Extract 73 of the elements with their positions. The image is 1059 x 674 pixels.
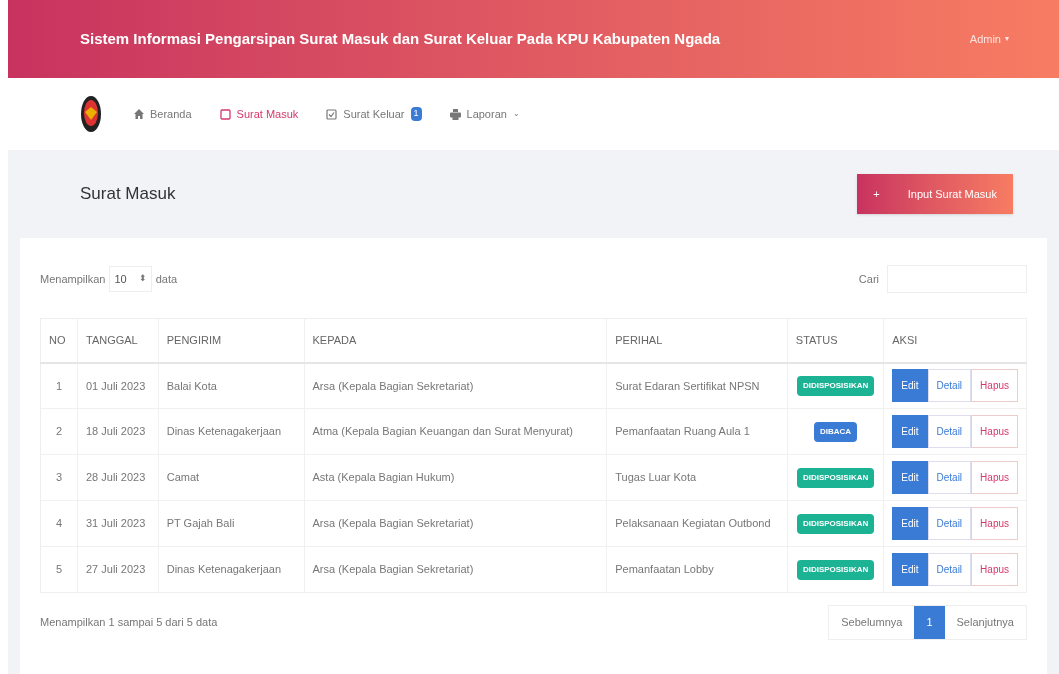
status-badge: DIBACA xyxy=(814,421,858,442)
table-cell: 28 Juli 2023 xyxy=(86,471,146,484)
delete-button[interactable]: Hapus xyxy=(971,507,1018,540)
edit-button[interactable]: Edit xyxy=(892,553,928,586)
table-cell: Pemanfaatan Ruang Aula 1 xyxy=(615,425,750,438)
status-badge: DIDISPOSISIKAN xyxy=(796,559,875,580)
status-badge: DIDISPOSISIKAN xyxy=(796,467,875,488)
table-cell: Balai Kota xyxy=(166,379,217,392)
printer-icon xyxy=(449,108,461,120)
table-cell: Pelaksanaan Kegiatan Outbond xyxy=(615,517,771,530)
detail-button[interactable]: Detail xyxy=(927,553,972,586)
table-info: Menampilkan 1 sampai 5 dari 5 data xyxy=(40,615,218,630)
column-header[interactable]: KEPADA xyxy=(312,334,357,346)
table-cell: 3 xyxy=(55,471,63,484)
app-title: Sistem Informasi Pengarsipan Surat Masuk dan Surat Keluar Pada KPU Kabupaten Ngada xyxy=(80,28,721,49)
table-cell: Arsa (Kepala Bagian Sekretariat) xyxy=(312,517,474,530)
show-label: Menampilkan xyxy=(40,271,106,287)
nav-tab[interactable]: Surat Keluar 1 xyxy=(326,105,422,123)
table-cell: Dinas Ketenagakerjaan xyxy=(166,425,282,438)
delete-button[interactable]: Hapus xyxy=(971,415,1018,448)
tablet-icon xyxy=(219,108,231,120)
table-cell: Asta (Kepala Bagian Hukum) xyxy=(312,471,455,484)
table-cell: 31 Juli 2023 xyxy=(86,517,146,530)
table-cell: Arsa (Kepala Bagian Sekretariat) xyxy=(312,379,474,392)
nav-tab[interactable]: Laporan ⌄ xyxy=(449,105,520,123)
table-cell: 5 xyxy=(55,563,63,576)
home-icon xyxy=(134,109,144,119)
detail-button[interactable]: Detail xyxy=(927,461,972,494)
table-cell: Camat xyxy=(166,471,200,484)
delete-button[interactable]: Hapus xyxy=(971,553,1018,586)
status-badge: DIDISPOSISIKAN xyxy=(796,375,875,396)
column-header[interactable]: PENGIRIM xyxy=(166,334,222,346)
edit-button[interactable]: Edit xyxy=(892,369,928,403)
table-cell: Dinas Ketenagakerjaan xyxy=(166,563,282,576)
pagination-button[interactable]: Selanjutnya xyxy=(944,606,1026,639)
detail-button[interactable]: Detail xyxy=(927,507,972,540)
nav-tab[interactable]: Surat Masuk xyxy=(219,105,299,123)
table-cell: 2 xyxy=(55,425,63,438)
edit-button[interactable]: Edit xyxy=(892,507,928,540)
table-cell: Atma (Kepala Bagian Keuangan dan Surat Menyurat) xyxy=(312,425,573,438)
delete-button[interactable]: Hapus xyxy=(971,369,1018,403)
column-header[interactable]: STATUS xyxy=(795,334,838,346)
table-cell: 18 Juli 2023 xyxy=(86,425,146,438)
input-surat-button[interactable]: + Input Surat Masuk xyxy=(857,174,1013,214)
page-size-select[interactable]: 10 ⬍ xyxy=(109,265,152,293)
nav-tab[interactable]: Beranda xyxy=(134,105,192,123)
column-header[interactable]: NO xyxy=(49,334,66,346)
edit-button[interactable]: Edit xyxy=(892,461,928,494)
table-cell: Pemanfaatan Lobby xyxy=(615,563,714,576)
detail-button[interactable]: Detail xyxy=(927,415,972,448)
column-header[interactable]: PERIHAL xyxy=(615,334,663,346)
detail-button[interactable]: Detail xyxy=(927,369,972,403)
search-label: Cari xyxy=(858,271,879,287)
logo-icon xyxy=(80,95,102,133)
checkbox-icon xyxy=(326,108,338,120)
page-title: Surat Masuk xyxy=(80,183,176,206)
table-cell: 01 Juli 2023 xyxy=(86,379,146,392)
show-suffix: data xyxy=(155,271,178,287)
delete-button[interactable]: Hapus xyxy=(971,461,1018,494)
table-cell: PT Gajah Bali xyxy=(166,517,235,530)
table-cell: 1 xyxy=(55,379,63,392)
column-header[interactable]: AKSI xyxy=(892,334,918,346)
column-header[interactable]: TANGGAL xyxy=(86,334,138,346)
status-badge: DIDISPOSISIKAN xyxy=(796,513,875,534)
count-badge: 1 xyxy=(410,107,422,121)
table-cell: Tugas Luar Kota xyxy=(615,471,697,484)
table-cell: Surat Edaran Sertifikat NPSN xyxy=(615,379,760,392)
table-cell: 4 xyxy=(55,517,63,530)
table-cell: 27 Juli 2023 xyxy=(86,563,146,576)
table-cell: Arsa (Kepala Bagian Sekretariat) xyxy=(312,563,474,576)
edit-button[interactable]: Edit xyxy=(892,415,928,448)
pagination-button[interactable]: Sebelumnya xyxy=(829,606,915,639)
pagination-button[interactable]: 1 xyxy=(914,606,945,639)
